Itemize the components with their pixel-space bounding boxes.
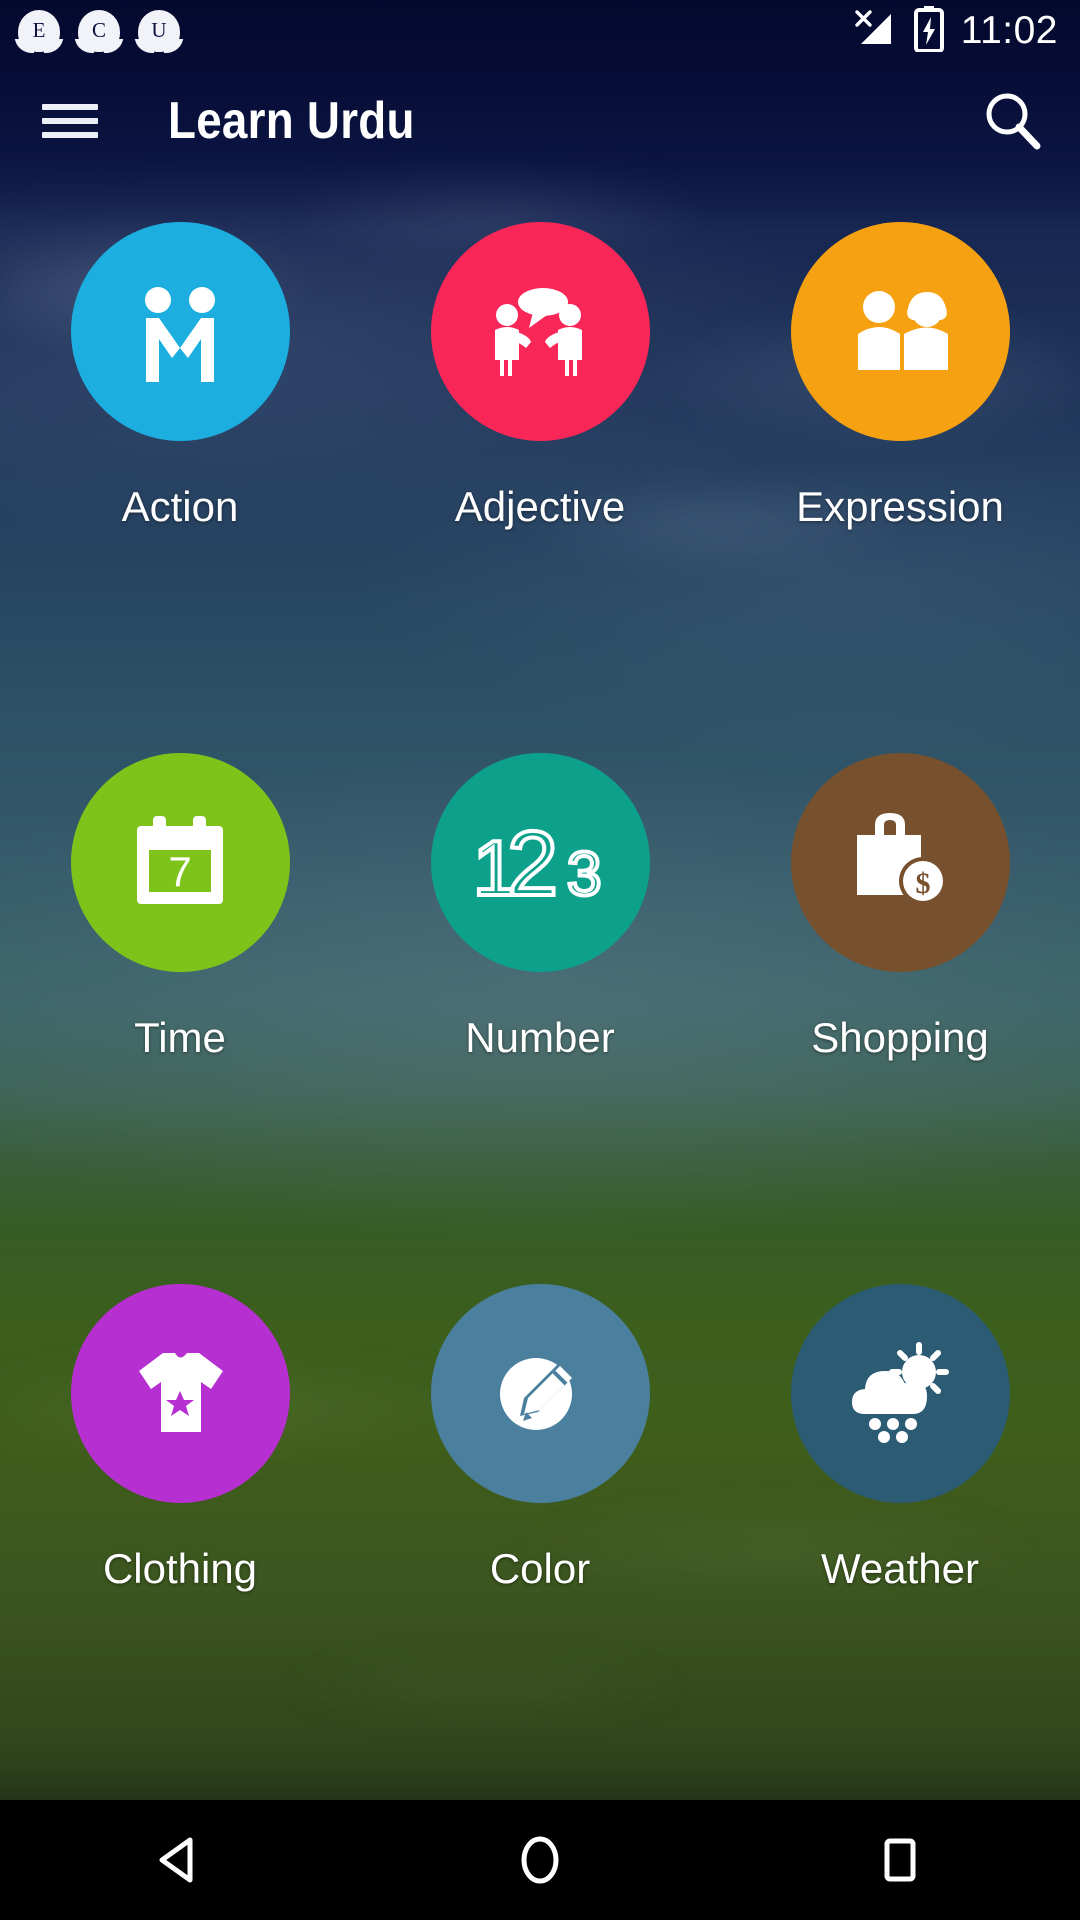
category-number-label: Number [465, 1014, 615, 1061]
sun-cloud-snow-icon [845, 1341, 955, 1446]
category-color[interactable]: Color [360, 1258, 720, 1593]
category-grid: Action Adjective Expression 7 Time 1 2 3… [0, 196, 1080, 1920]
android-navigation-bar [0, 1800, 1080, 1920]
status-bar: E C U 11:02 [0, 0, 1080, 62]
svg-text:3: 3 [567, 840, 601, 909]
category-action-label: Action [121, 483, 239, 530]
notification-badge-u: U [134, 10, 184, 53]
notification-badge-e-letter: E [32, 17, 46, 42]
app-bar: Learn Urdu [0, 62, 1080, 180]
category-shopping-circle: $ [790, 753, 1010, 972]
category-time-label: Time [134, 1014, 226, 1061]
category-clothing-circle [70, 1284, 290, 1503]
shopping-bag-dollar-icon: $ [847, 812, 953, 913]
category-action-circle [70, 222, 290, 441]
app-screen: E C U 11:02 Learn Urdu Action Adjective … [0, 0, 1080, 1920]
notification-badge-c-letter: C [91, 17, 106, 42]
notification-badge-u-letter: U [151, 17, 167, 42]
circle-home-icon[interactable] [465, 1800, 615, 1920]
notification-badge-e: E [14, 10, 64, 53]
category-number[interactable]: 1 2 3 Number [360, 727, 720, 1062]
tshirt-star-icon [127, 1349, 233, 1439]
square-recents-icon[interactable] [825, 1800, 975, 1920]
svg-text:$: $ [916, 867, 931, 900]
category-expression-circle [790, 222, 1010, 441]
svg-text:7: 7 [168, 848, 191, 895]
status-clock: 11:02 [960, 9, 1058, 52]
category-clothing-label: Clothing [102, 1545, 258, 1592]
people-talking-icon [485, 282, 595, 382]
category-shopping[interactable]: $ Shopping [720, 727, 1080, 1062]
numbers-123-icon: 1 2 3 [465, 813, 615, 913]
category-adjective-circle [430, 222, 650, 441]
status-notifications: E C U [14, 10, 184, 53]
category-expression-label: Expression [796, 483, 1004, 530]
calendar-7-icon: 7 [127, 810, 233, 916]
couple-icon [846, 282, 954, 382]
category-expression[interactable]: Expression [720, 196, 1080, 531]
category-adjective-label: Adjective [454, 483, 626, 530]
category-weather-label: Weather [821, 1545, 979, 1592]
svg-text:2: 2 [507, 813, 558, 913]
page-title: Learn Urdu [168, 92, 415, 150]
category-color-label: Color [489, 1545, 591, 1592]
category-number-circle: 1 2 3 [430, 753, 650, 972]
battery-charging-icon [913, 5, 944, 57]
category-adjective[interactable]: Adjective [360, 196, 720, 531]
signal-no-sim-icon [851, 8, 897, 55]
palette-pencil-icon [488, 1342, 592, 1446]
category-time-circle: 7 [70, 753, 290, 972]
category-clothing[interactable]: Clothing [0, 1258, 360, 1593]
category-shopping-label: Shopping [811, 1014, 989, 1061]
category-weather-circle [790, 1284, 1010, 1503]
category-weather[interactable]: Weather [720, 1258, 1080, 1593]
category-action[interactable]: Action [0, 196, 360, 531]
notification-badge-c: C [74, 10, 124, 53]
category-color-circle [430, 1284, 650, 1503]
category-time[interactable]: 7 Time [0, 727, 360, 1062]
search-icon[interactable] [974, 82, 1052, 160]
status-indicators: 11:02 [851, 5, 1058, 57]
triangle-back-icon[interactable] [105, 1800, 255, 1920]
handshake-icon [126, 278, 234, 386]
hamburger-menu-icon[interactable] [42, 98, 98, 144]
